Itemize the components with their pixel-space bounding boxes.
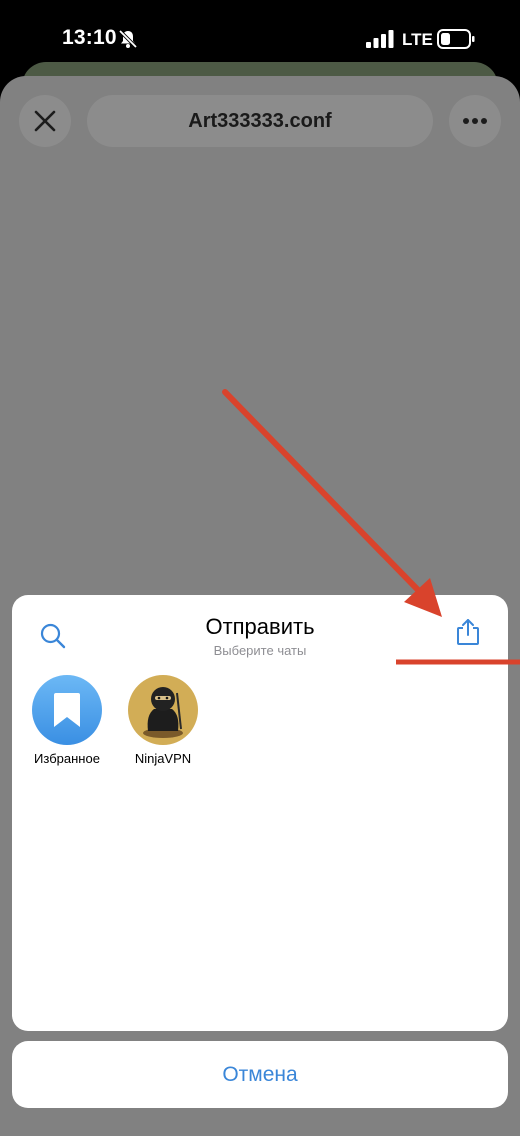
bell-muted-icon (118, 29, 138, 49)
signal-icon (366, 30, 394, 48)
ninjavpn-avatar (128, 675, 198, 745)
chat-item-saved[interactable]: Избранное (22, 675, 112, 766)
bookmark-icon (54, 693, 80, 727)
saved-messages-avatar (32, 675, 102, 745)
network-type: LTE (402, 30, 433, 49)
close-button[interactable] (19, 95, 71, 147)
sheet-title: Отправить (205, 614, 315, 639)
sheet-subtitle: Выберите чаты (213, 643, 307, 658)
share-icon[interactable] (453, 617, 483, 647)
status-bar: 13:10 LTE (0, 0, 520, 70)
more-button[interactable] (449, 95, 501, 147)
share-sheet: Отправить Выберите чаты Избранное NinjaV… (12, 595, 508, 1031)
ninja-icon (143, 687, 183, 738)
more-icon (463, 118, 487, 124)
cancel-button[interactable]: Отмена (12, 1041, 508, 1108)
file-title: Art333333.conf (87, 95, 433, 147)
battery-icon (437, 29, 475, 49)
chat-item-ninjavpn[interactable]: NinjaVPN (118, 675, 208, 766)
chat-label: Избранное (34, 751, 100, 766)
close-icon (34, 110, 56, 132)
status-time: 13:10 (62, 26, 117, 49)
chat-label: NinjaVPN (134, 751, 192, 766)
